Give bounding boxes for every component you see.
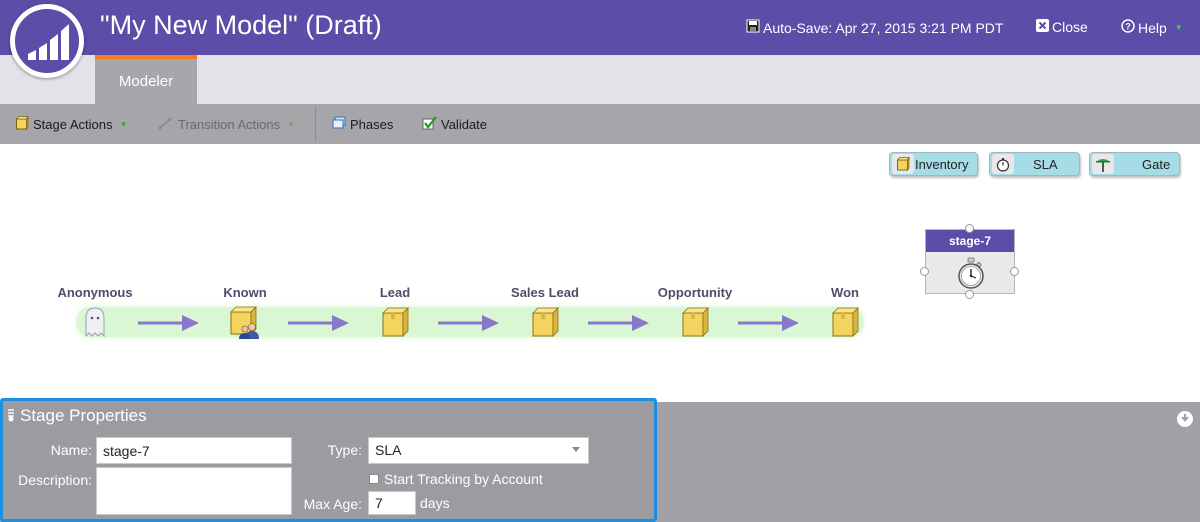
transition-arrow[interactable] [138,314,200,332]
sla-button[interactable]: SLA [989,152,1080,176]
start-tracking-label: Start Tracking by Account [384,471,543,487]
properties-title: Stage Properties [20,406,147,425]
stage-label-anonymous: Anonymous [57,285,133,300]
toolbar-divider [315,107,316,141]
type-select-value: SLA [375,442,402,458]
close-button[interactable]: Close [1036,19,1088,35]
box-icon[interactable] [381,306,409,343]
transition-actions-label: Transition Actions [178,117,281,132]
description-label: Description: [18,472,92,488]
box-icon[interactable] [831,306,859,343]
box-icon [15,115,29,133]
collapse-panel-icon[interactable] [1177,411,1193,427]
description-field[interactable] [96,467,292,515]
bars-logo-icon [28,24,69,60]
stage-label-lead: Lead [379,285,411,300]
floppy-disk-icon [746,19,760,36]
chevron-down-icon: ▼ [1174,23,1183,32]
max-age-field[interactable] [368,491,416,515]
validate-button[interactable]: Validate [422,116,487,133]
gate-icon [1092,154,1114,174]
box-with-person-icon[interactable] [228,306,262,345]
inventory-label: Inventory [915,157,969,172]
help-icon: ? [1121,19,1135,36]
marketo-logo[interactable] [10,4,84,78]
stage-actions-menu[interactable]: Stage Actions ▼ [15,115,128,133]
stage-label-won: Won [831,285,859,300]
stage-label-known: Known [223,285,267,300]
gate-label: Gate [1142,157,1171,172]
transition-arrow[interactable] [288,314,350,332]
chevron-down-icon: ▼ [287,120,296,129]
help-menu[interactable]: ? Help ▼ [1121,19,1183,36]
stage-label-sales-lead: Sales Lead [511,285,579,300]
ghost-icon[interactable] [82,306,108,343]
stage-actions-label: Stage Actions [33,117,113,132]
stopwatch-icon [992,154,1014,174]
name-field[interactable] [96,437,292,464]
stage-label-opportunity: Opportunity [657,285,733,300]
close-label: Close [1052,19,1088,35]
connector-handle-right[interactable] [1010,267,1019,276]
type-select[interactable]: SLA [368,437,589,464]
checkmark-icon [422,116,437,133]
box-icon[interactable] [531,306,559,343]
transition-arrow[interactable] [438,314,500,332]
box-icon [892,154,914,174]
transition-arrow[interactable] [738,314,800,332]
type-label: Type: [327,442,362,458]
phases-button[interactable]: Phases [332,116,393,132]
app-header: "My New Model" (Draft) Auto-Save: Apr 27… [0,0,1200,55]
phases-label: Phases [350,116,394,132]
gate-button[interactable]: Gate [1089,152,1180,176]
stage-node-title: stage-7 [926,230,1014,252]
svg-text:?: ? [1125,22,1131,32]
box-icon[interactable] [681,306,709,343]
transition-actions-menu[interactable]: Transition Actions ▼ [158,116,295,133]
connector-handle-bottom[interactable] [965,290,974,299]
tab-modeler[interactable]: Modeler [95,55,197,104]
modeler-toolbar: Stage Actions ▼ Transition Actions ▼ Pha… [0,104,1200,144]
max-age-label: Max Age: [303,496,362,512]
page-title: "My New Model" (Draft) [100,10,382,40]
transition-arrow[interactable] [588,314,650,332]
sla-label: SLA [1033,157,1058,172]
connector-handle-left[interactable] [920,267,929,276]
phases-icon [332,116,346,132]
inventory-button[interactable]: Inventory [889,152,978,176]
autosave-status: Auto-Save: Apr 27, 2015 3:21 PM PDT [746,19,1003,36]
validate-label: Validate [441,117,488,132]
help-label: Help [1138,19,1167,36]
chevron-down-icon: ▼ [119,120,128,129]
max-age-unit: days [420,495,450,511]
close-icon [1036,19,1049,35]
transition-icon [158,116,174,133]
name-label: Name: [50,442,92,458]
autosave-label: Auto-Save: Apr 27, 2015 3:21 PM PDT [763,19,1004,36]
drag-handle-icon[interactable] [6,408,16,422]
start-tracking-checkbox[interactable] [369,474,379,484]
stage-node-selected[interactable]: stage-7 [925,229,1015,294]
connector-handle-top[interactable] [965,224,974,233]
chevron-down-icon [572,447,580,452]
tab-strip: Modeler [0,55,1200,104]
